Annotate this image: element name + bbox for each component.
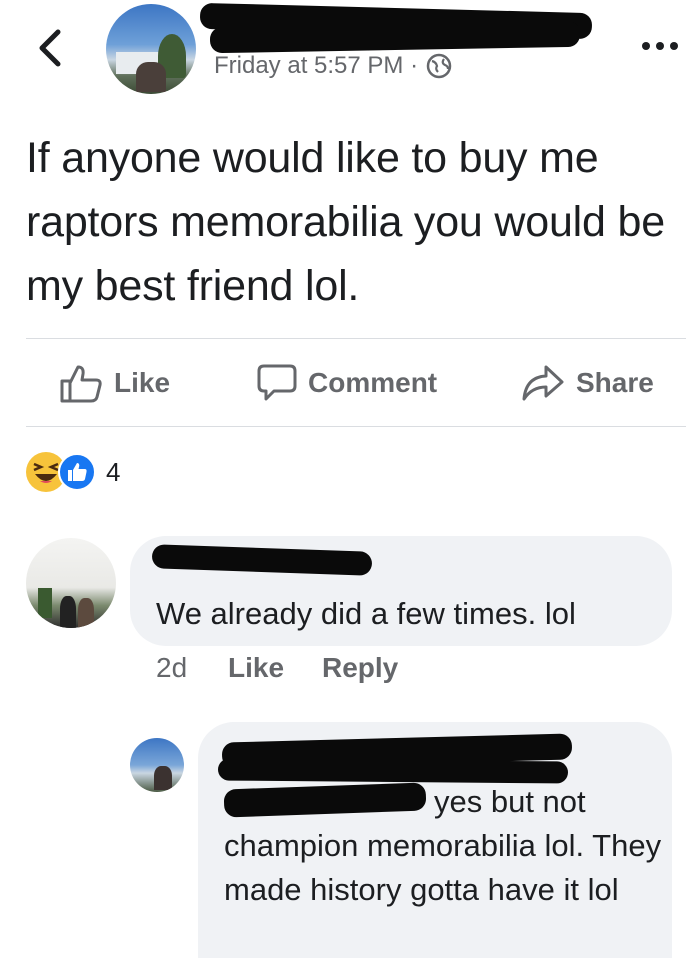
reply-text-first-line: yes but not (434, 784, 586, 819)
like-reaction-icon (58, 453, 96, 491)
comment-like-button[interactable]: Like (228, 652, 284, 684)
reply-author-avatar[interactable] (130, 738, 184, 792)
like-button[interactable]: Like (58, 360, 170, 406)
share-arrow-icon (522, 365, 564, 401)
share-button[interactable]: Share (520, 360, 654, 406)
author-avatar[interactable] (106, 4, 196, 94)
globe-icon (426, 53, 452, 79)
thumbs-up-icon (60, 365, 102, 403)
comment-bubble-icon (257, 364, 297, 401)
commenter-avatar[interactable] (26, 538, 116, 628)
reply-text: champion memorabilia lol. They made hist… (224, 828, 662, 907)
post-timestamp[interactable]: Friday at 5:57 PM · (214, 52, 452, 80)
like-label: Like (114, 367, 171, 398)
share-label: Share (576, 367, 654, 398)
reaction-count: 4 (106, 456, 121, 487)
comment-reply-button[interactable]: Reply (322, 652, 398, 684)
more-dots-icon (642, 42, 678, 50)
comment-label: Comment (308, 367, 438, 398)
post-text: If anyone would like to buy me raptors m… (26, 134, 665, 310)
timestamp-label: Friday at 5:57 PM · (214, 52, 419, 79)
back-button[interactable] (30, 22, 70, 74)
facebook-post-screen: Friday at 5:57 PM · If anyone would like… (0, 0, 700, 958)
divider-bottom (26, 426, 686, 427)
more-options-button[interactable] (638, 38, 682, 54)
divider-top (26, 338, 686, 339)
chevron-left-icon (39, 29, 61, 67)
comment-button[interactable]: Comment (256, 360, 437, 406)
comment-text: We already did a few times. lol (156, 596, 576, 631)
comment-age: 2d (156, 652, 188, 683)
reactions-summary[interactable]: 4 (26, 452, 120, 492)
